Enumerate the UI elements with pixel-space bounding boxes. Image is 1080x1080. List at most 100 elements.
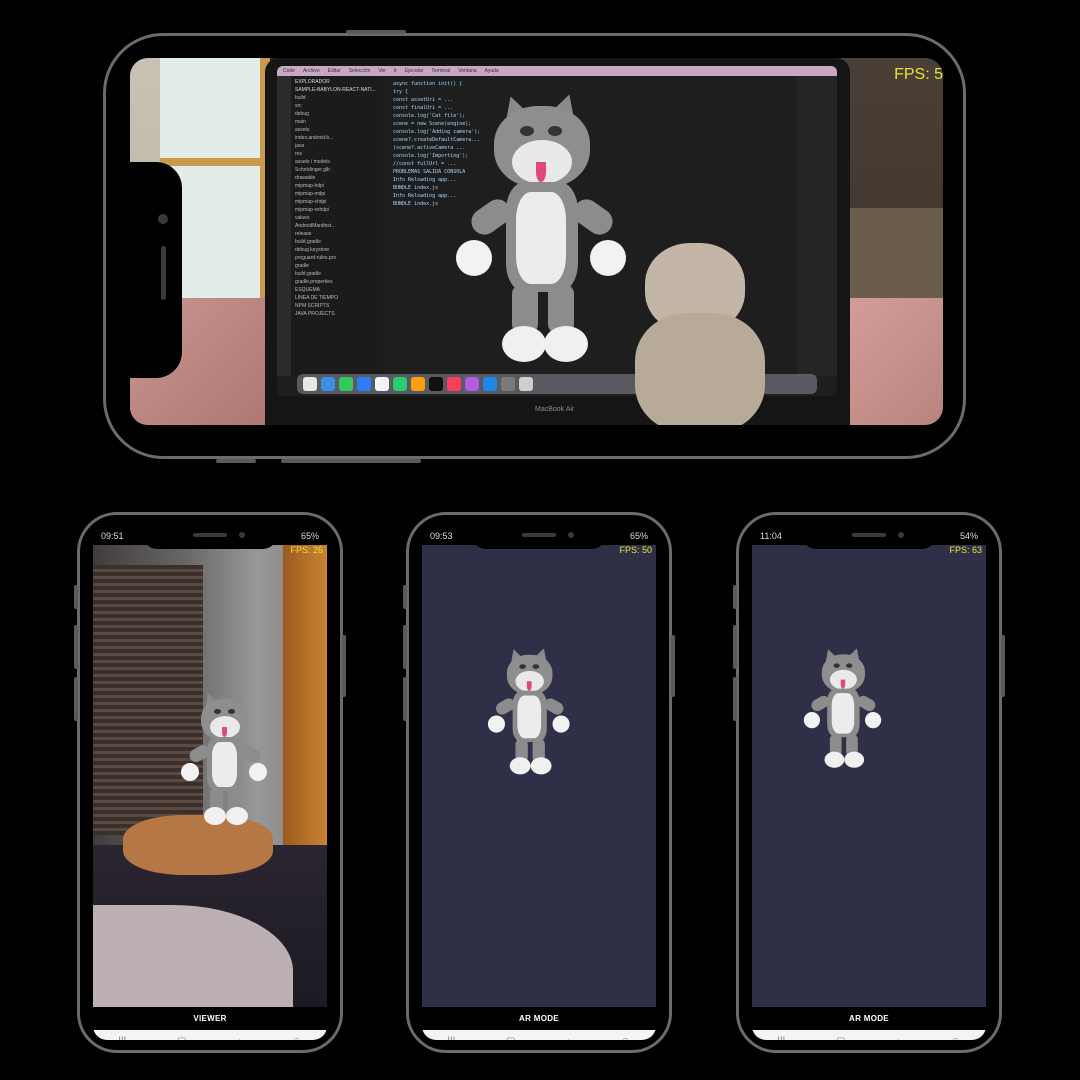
ar-view[interactable] — [422, 545, 656, 1007]
explorer-item[interactable]: release — [295, 230, 379, 238]
portrait-phone: 09:51 65% FPS: 26 VIEWER — [74, 512, 346, 1053]
home-icon[interactable]: ▢ — [506, 1036, 515, 1041]
laptop-brand: MacBook Air — [535, 406, 575, 413]
notch — [143, 527, 277, 549]
camera-view[interactable] — [93, 545, 327, 1007]
mode-label: VIEWER — [193, 1014, 227, 1023]
cat-3d-model — [486, 646, 572, 782]
menubar-item[interactable]: Ejecutar — [405, 68, 423, 74]
notch — [472, 527, 606, 549]
explorer-item[interactable]: index.android.b... — [295, 134, 379, 142]
explorer-item[interactable]: mipmap-mdpi — [295, 190, 379, 198]
back-icon[interactable]: ‹ — [896, 1036, 899, 1041]
explorer-item[interactable]: build — [295, 94, 379, 102]
menubar-item[interactable]: Ayuda — [485, 68, 499, 74]
explorer-item[interactable]: AndroidManifest... — [295, 222, 379, 230]
explorer-item[interactable]: ESQUEMA — [295, 286, 379, 294]
android-nav-bar: ||| ▢ ‹ ☺ — [93, 1030, 327, 1040]
side-button — [1001, 635, 1005, 697]
phone-screen: 09:51 65% FPS: 26 VIEWER — [93, 527, 327, 1040]
fps-counter: FPS: 26 — [290, 545, 323, 555]
explorer-item[interactable]: gradle.properties — [295, 278, 379, 286]
menubar-item[interactable]: Ir — [394, 68, 397, 74]
tv-icon — [429, 377, 443, 391]
mode-button[interactable]: VIEWER — [93, 1007, 327, 1030]
ar-view[interactable] — [752, 545, 986, 1007]
speaker-icon — [522, 533, 556, 537]
menubar-item[interactable]: Ventana — [458, 68, 476, 74]
side-button — [74, 585, 78, 609]
code-line: async function init() { — [393, 81, 463, 87]
battery-level: 65% — [629, 531, 648, 541]
menubar-item[interactable]: Selección — [349, 68, 371, 74]
project-name: SAMPLE-BABYLON-REACT-NATI... — [295, 87, 376, 93]
mode-label: AR MODE — [519, 1014, 559, 1023]
explorer-item[interactable]: Schrödinger.glb — [295, 166, 379, 174]
finder-icon — [303, 377, 317, 391]
fps-counter: FPS: 50 — [619, 545, 652, 555]
accessibility-icon[interactable]: ☺ — [950, 1036, 960, 1041]
recents-icon[interactable]: ||| — [777, 1036, 785, 1041]
mail-icon — [357, 377, 371, 391]
speaker-icon — [193, 533, 227, 537]
fps-counter: FPS: 63 — [949, 545, 982, 555]
menubar-item[interactable]: Code — [283, 68, 295, 74]
mac-menubar: Code Archivo Editar Selección Ver Ir Ejecutar T… — [277, 66, 837, 76]
side-button — [342, 635, 346, 697]
accessibility-icon[interactable]: ☺ — [291, 1036, 301, 1041]
explorer-item[interactable]: assets — [295, 126, 379, 134]
side-button — [403, 585, 407, 609]
explorer-item[interactable]: proguard-rules.pro — [295, 254, 379, 262]
menubar-item[interactable]: Archivo — [303, 68, 320, 74]
back-icon[interactable]: ‹ — [566, 1036, 569, 1041]
explorer-title: EXPLORADOR — [295, 79, 330, 85]
status-time: 09:51 — [101, 531, 124, 541]
menubar-item[interactable]: Terminal — [431, 68, 450, 74]
explorer-item[interactable]: NPM SCRIPTS — [295, 302, 379, 310]
home-icon[interactable]: ▢ — [177, 1036, 186, 1041]
accessibility-icon[interactable]: ☺ — [620, 1036, 630, 1041]
android-nav-bar: ||| ▢ ‹ ☺ — [752, 1030, 986, 1040]
fps-counter: FPS: 5 — [894, 66, 943, 83]
notch — [130, 162, 182, 378]
portrait-phone: 11:04 54% FPS: 63 AR MODE — [733, 512, 1005, 1053]
explorer-item[interactable]: res — [295, 150, 379, 158]
android-nav-bar: ||| ▢ ‹ ☺ — [422, 1030, 656, 1040]
mode-button[interactable]: AR MODE — [422, 1007, 656, 1030]
recents-icon[interactable]: ||| — [447, 1036, 455, 1041]
side-button — [403, 625, 407, 669]
portrait-phone: 09:53 65% FPS: 50 AR MODE — [403, 512, 675, 1053]
notes-icon — [411, 377, 425, 391]
explorer-item[interactable]: drawable — [295, 174, 379, 182]
explorer-item[interactable]: src — [295, 102, 379, 110]
explorer-item[interactable]: values — [295, 214, 379, 222]
explorer-item[interactable]: LÍNEA DE TIEMPO — [295, 294, 379, 302]
menubar-item[interactable]: Ver — [378, 68, 386, 74]
front-camera-icon — [158, 214, 168, 224]
plush-cat-toy — [615, 243, 795, 425]
side-button — [733, 625, 737, 669]
explorer-item[interactable]: assets / models — [295, 158, 379, 166]
explorer-item[interactable]: main — [295, 118, 379, 126]
mode-button[interactable]: AR MODE — [752, 1007, 986, 1030]
status-time: 11:04 — [760, 531, 782, 541]
explorer-item[interactable]: debug — [295, 110, 379, 118]
side-button — [331, 459, 421, 463]
explorer-item[interactable]: debug.keystore — [295, 246, 379, 254]
explorer-item[interactable]: mipmap-hdpi — [295, 182, 379, 190]
explorer-item[interactable]: java — [295, 142, 379, 150]
cat-3d-model — [450, 90, 630, 386]
battery-level: 65% — [300, 531, 319, 541]
menubar-item[interactable]: Editar — [328, 68, 341, 74]
explorer-item[interactable]: mipmap-xxhdpi — [295, 206, 379, 214]
explorer-item[interactable]: mipmap-xhdpi — [295, 198, 379, 206]
recents-icon[interactable]: ||| — [118, 1036, 126, 1041]
notch — [802, 527, 936, 549]
explorer-item[interactable]: gradle — [295, 262, 379, 270]
back-icon[interactable]: ‹ — [237, 1036, 240, 1041]
facetime-icon — [393, 377, 407, 391]
explorer-item[interactable]: build.gradle — [295, 270, 379, 278]
explorer-item[interactable]: build.gradle — [295, 238, 379, 246]
explorer-item[interactable]: JAVA PROJECTS — [295, 310, 379, 318]
home-icon[interactable]: ▢ — [836, 1036, 845, 1041]
